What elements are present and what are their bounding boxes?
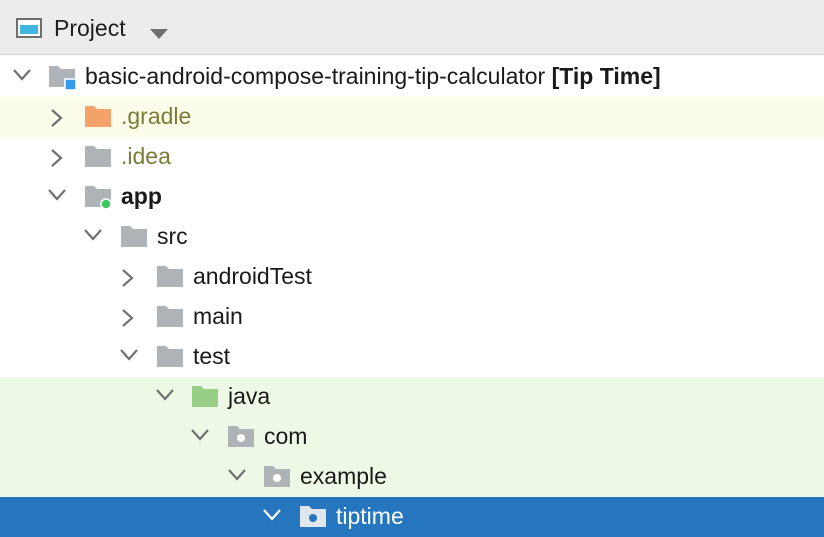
project-tool-window-header: Project	[0, 0, 824, 55]
package-icon	[227, 423, 257, 456]
tree-row-tiptime[interactable]: tiptime	[0, 497, 824, 537]
project-view-title[interactable]: Project	[54, 15, 126, 42]
folder-name: .gradle	[121, 103, 192, 129]
folder-icon	[156, 343, 186, 376]
chevron-down-icon[interactable]	[227, 468, 247, 487]
chevron-down-icon[interactable]	[262, 508, 282, 527]
chevron-down-icon[interactable]	[190, 428, 210, 447]
chevron-right-icon[interactable]	[50, 148, 64, 173]
chevron-down-icon[interactable]	[150, 26, 168, 44]
folder-icon	[156, 303, 186, 336]
folder-name: test	[193, 343, 231, 369]
android-module-folder-icon	[84, 183, 114, 216]
folder-name: java	[228, 383, 271, 409]
package-icon	[299, 503, 329, 536]
root-folder-name: basic-android-compose-training-tip-calcu…	[85, 63, 546, 89]
tree-row-gradle[interactable]: .gradle	[0, 97, 824, 137]
chevron-down-icon[interactable]	[119, 348, 139, 367]
tree-row-androidtest[interactable]: androidTest	[0, 257, 824, 297]
chevron-right-icon[interactable]	[121, 268, 135, 293]
excluded-folder-icon	[84, 103, 114, 136]
chevron-down-icon[interactable]	[12, 68, 32, 87]
tree-row-java[interactable]: java	[0, 377, 824, 417]
tree-row-test[interactable]: test	[0, 337, 824, 377]
package-icon	[263, 463, 293, 496]
folder-icon	[84, 143, 114, 176]
tree-row-com[interactable]: com	[0, 417, 824, 457]
tree-row-root[interactable]: basic-android-compose-training-tip-calcu…	[0, 57, 824, 97]
project-window-icon	[16, 18, 42, 43]
folder-icon	[120, 223, 150, 256]
package-name: com	[264, 423, 308, 449]
tree-row-src[interactable]: src	[0, 217, 824, 257]
package-name: example	[300, 463, 387, 489]
chevron-down-icon[interactable]	[47, 188, 67, 207]
test-sources-folder-icon	[191, 383, 221, 416]
tree-row-app[interactable]: app	[0, 177, 824, 217]
folder-name: app	[121, 183, 162, 209]
chevron-right-icon[interactable]	[121, 308, 135, 333]
tree-row-example[interactable]: example	[0, 457, 824, 497]
chevron-down-icon[interactable]	[83, 228, 103, 247]
folder-icon	[156, 263, 186, 296]
tree-row-main[interactable]: main	[0, 297, 824, 337]
folder-name: main	[193, 303, 243, 329]
module-folder-icon	[48, 63, 78, 96]
tree-row-idea[interactable]: .idea	[0, 137, 824, 177]
chevron-right-icon[interactable]	[50, 108, 64, 133]
folder-name: src	[157, 223, 188, 249]
module-name-tag: [Tip Time]	[551, 63, 661, 89]
chevron-down-icon[interactable]	[155, 388, 175, 407]
package-name: tiptime	[336, 503, 404, 529]
folder-name: .idea	[121, 143, 171, 169]
folder-name: androidTest	[193, 263, 312, 289]
